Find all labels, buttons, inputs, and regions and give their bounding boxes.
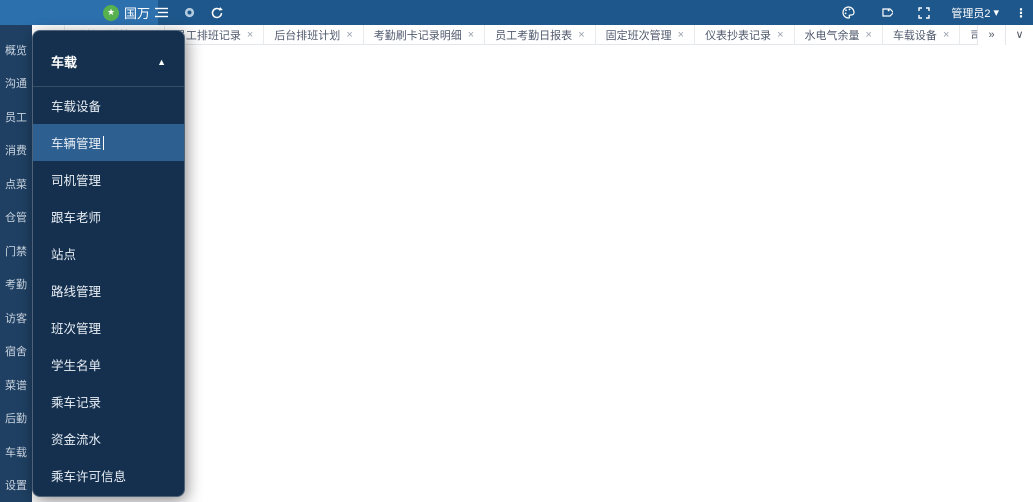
close-icon[interactable]: × [943,29,949,41]
brand: ★ 国万 [0,0,158,25]
tab-vehicle-device[interactable]: 车载设备 × [882,25,961,44]
sidebar-item-staff[interactable]: 员工 [0,100,32,134]
close-icon[interactable]: × [866,29,872,41]
tab-overflow-icon[interactable]: » [977,24,1005,45]
tab-controls: » ∨ [977,24,1033,45]
app-screen: ★ 国万 管理员2 ▾ ⋮ 员工排班记录 × 后台排班计划 × 考勤刷卡记录明细… [0,0,1033,502]
menu-item-shift-management[interactable]: 班次管理 [33,309,184,346]
menu-item-driver-management[interactable]: 司机管理 [33,161,184,198]
menu-item-ride-record[interactable]: 乘车记录 [33,383,184,420]
sidebar-item-access-control[interactable]: 门禁 [0,234,32,268]
sidebar-item-menu[interactable]: 菜谱 [0,368,32,402]
close-icon[interactable]: × [777,29,783,41]
sidebar-item-visitors[interactable]: 访客 [0,301,32,335]
tag-icon[interactable] [875,0,897,25]
refresh-icon[interactable] [206,0,228,25]
tab-fixed-shift[interactable]: 固定班次管理 × [595,25,696,44]
sidebar-item-warehouse[interactable]: 仓管 [0,201,32,235]
more-options-icon[interactable]: ⋮ [1015,6,1027,20]
submenu-title: 车载 [51,55,78,70]
text-cursor [103,135,105,150]
sidebar-item-settings[interactable]: 设置 [0,469,32,502]
submenu-header[interactable]: 车载 ▲ [33,31,184,87]
brand-name: 国万 [124,6,151,21]
menu-item-bus-teacher[interactable]: 跟车老师 [33,198,184,235]
sidebar-item-ordering[interactable]: 点菜 [0,167,32,201]
close-icon[interactable]: × [578,29,584,41]
tab-attendance-swipe-detail[interactable]: 考勤刷卡记录明细 × [363,25,486,44]
vehicle-submenu: 车载 ▲ 车载设备 车辆管理 司机管理 跟车老师 站点 路线管理 班次管理 学生… [32,30,185,497]
sidebar-item-dormitory[interactable]: 宿舍 [0,335,32,369]
tab-utility-balance[interactable]: 水电气余量 × [794,25,883,44]
fullscreen-icon[interactable] [913,0,935,25]
tab-attendance-daily-report[interactable]: 员工考勤日报表 × [485,25,596,44]
sidebar-item-consumption[interactable]: 消费 [0,134,32,168]
sidebar-item-vehicle[interactable]: 车载 [0,435,32,469]
menu-item-vehicle-management[interactable]: 车辆管理 [33,124,184,161]
collapse-sidebar-icon[interactable] [150,0,172,25]
menu-item-stations[interactable]: 站点 [33,235,184,272]
menu-item-vehicle-device[interactable]: 车载设备 [33,87,184,124]
topbar-right: 管理员2 ▾ ⋮ [837,0,1027,25]
user-name: 管理员2 [951,7,991,20]
circle-indicator-icon[interactable] [178,0,200,25]
tab-backend-shift-plan[interactable]: 后台排班计划 × [264,25,364,44]
close-icon[interactable]: × [678,29,684,41]
sidebar: 概览 沟通 员工 消费 点菜 仓管 门禁 考勤 访客 宿舍 菜谱 后勤 车载 设… [0,25,32,502]
tab-driver-management[interactable]: 司机管理× [960,25,977,44]
tab-collapse-icon[interactable]: ∨ [1005,24,1033,45]
menu-item-ride-permission[interactable]: 乘车许可信息 [33,457,184,494]
brand-logo-icon: ★ [103,4,119,21]
menu-item-route-management[interactable]: 路线管理 [33,272,184,309]
menu-item-student-list[interactable]: 学生名单 [33,346,184,383]
chevron-down-icon: ▾ [993,7,999,19]
close-icon[interactable]: × [468,29,474,41]
user-menu[interactable]: 管理员2 ▾ [951,5,999,21]
sidebar-item-attendance[interactable]: 考勤 [0,268,32,302]
sidebar-item-logistics[interactable]: 后勤 [0,402,32,436]
close-icon[interactable]: × [247,29,253,41]
chevron-up-icon: ▲ [157,56,166,67]
menu-item-fund-flow[interactable]: 资金流水 [33,420,184,457]
tab-meter-reading[interactable]: 仪表抄表记录 × [695,25,795,44]
topbar: ★ 国万 管理员2 ▾ ⋮ [0,0,1033,25]
sidebar-item-overview[interactable]: 概览 [0,33,32,67]
close-icon[interactable]: × [346,29,352,41]
theme-palette-icon[interactable] [837,0,859,25]
sidebar-item-communication[interactable]: 沟通 [0,67,32,101]
